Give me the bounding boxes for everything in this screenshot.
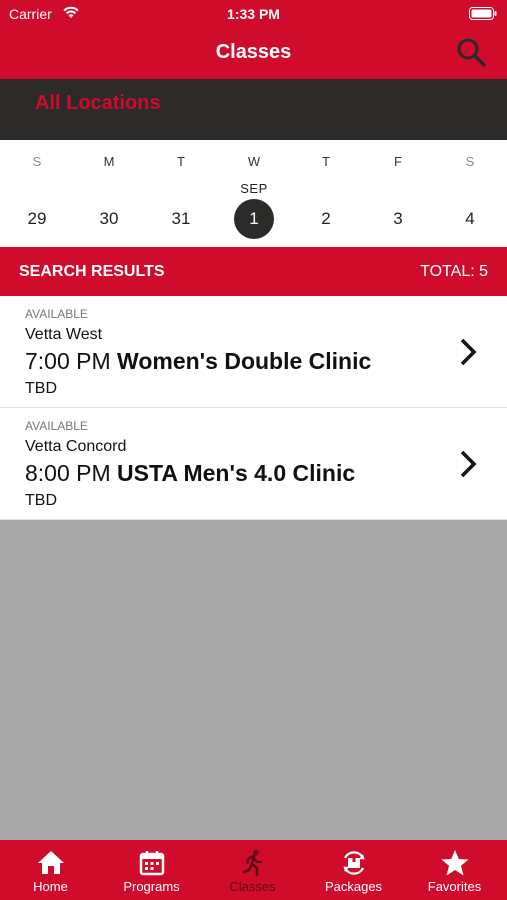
tab-label: Packages (324, 879, 383, 894)
tab-bar: Home Programs Classes Packages Favorites (0, 840, 507, 900)
calendar-icon (139, 851, 165, 876)
tab-label: Classes (229, 879, 276, 894)
home-icon (38, 851, 64, 874)
calendar-day-column: F 3 (362, 140, 434, 247)
results-total: TOTAL: 5 (420, 263, 488, 280)
calendar-date[interactable]: 4 (450, 199, 490, 239)
battery-icon (469, 7, 497, 20)
search-icon[interactable] (455, 36, 489, 70)
week-calendar: S 29 M 30 T 31 W SEP 1 T 2 F 3 S 4 (0, 140, 507, 247)
status-time: 1:33 PM (227, 6, 280, 22)
day-of-week-label: T (322, 154, 330, 169)
calendar-day-column: S 4 (434, 140, 506, 247)
calendar-day-column: M 30 (73, 140, 145, 247)
tab-label: Favorites (427, 879, 482, 894)
class-name: USTA Men's 4.0 Clinic (117, 460, 356, 486)
running-person-icon (242, 849, 263, 877)
location-selector[interactable]: All Locations (0, 79, 507, 140)
class-instructor: TBD (25, 492, 57, 509)
month-label: SEP (240, 181, 268, 196)
calendar-date[interactable]: 3 (378, 199, 418, 239)
chevron-right-icon[interactable] (459, 449, 477, 479)
class-instructor: TBD (25, 380, 57, 397)
status-bar: Carrier 1:33 PM (0, 0, 507, 28)
location-label[interactable]: All Locations (35, 92, 161, 115)
calendar-date[interactable]: 31 (161, 199, 201, 239)
tab-classes[interactable]: Classes (202, 840, 303, 900)
class-name: Women's Double Clinic (117, 348, 372, 374)
tab-favorites[interactable]: Favorites (404, 840, 505, 900)
tab-home[interactable]: Home (0, 840, 101, 900)
class-row[interactable]: AVAILABLE Vetta West 7:00 PM Women's Dou… (0, 296, 507, 408)
day-of-week-label: F (394, 154, 402, 169)
calendar-date[interactable]: 2 (306, 199, 346, 239)
day-of-week-label: S (465, 154, 475, 169)
calendar-date[interactable]: 29 (17, 199, 57, 239)
day-of-week-label: S (32, 154, 42, 169)
availability-status: AVAILABLE (25, 419, 88, 433)
class-list: AVAILABLE Vetta West 7:00 PM Women's Dou… (0, 296, 507, 520)
calendar-day-column: W SEP 1 (218, 140, 290, 247)
class-title: 8:00 PM USTA Men's 4.0 Clinic (25, 460, 355, 487)
package-icon (343, 851, 365, 875)
tab-label: Programs (123, 879, 180, 894)
day-of-week-label: T (177, 154, 185, 169)
page-title: Classes (215, 41, 292, 63)
availability-status: AVAILABLE (25, 307, 88, 321)
calendar-day-column: T 31 (145, 140, 217, 247)
nav-bar: Classes (0, 28, 507, 79)
tab-packages[interactable]: Packages (303, 840, 404, 900)
class-title: 7:00 PM Women's Double Clinic (25, 348, 371, 375)
class-time: 8:00 PM (25, 460, 111, 486)
calendar-day-column: S 29 (1, 140, 73, 247)
class-location: Vetta West (25, 326, 103, 343)
tab-programs[interactable]: Programs (101, 840, 202, 900)
class-time: 7:00 PM (25, 348, 111, 374)
tab-label: Home (33, 879, 68, 894)
class-row[interactable]: AVAILABLE Vetta Concord 8:00 PM USTA Men… (0, 408, 507, 520)
calendar-day-column: T 2 (290, 140, 362, 247)
calendar-date[interactable]: 30 (89, 199, 129, 239)
chevron-right-icon[interactable] (459, 337, 477, 367)
results-title: SEARCH RESULTS (19, 263, 165, 280)
day-of-week-label: M (103, 154, 115, 169)
calendar-date-selected[interactable]: 1 (234, 199, 274, 239)
day-of-week-label: W (247, 154, 261, 169)
class-location: Vetta Concord (25, 438, 127, 455)
star-icon (441, 850, 469, 876)
results-header: SEARCH RESULTS TOTAL: 5 (0, 247, 507, 296)
